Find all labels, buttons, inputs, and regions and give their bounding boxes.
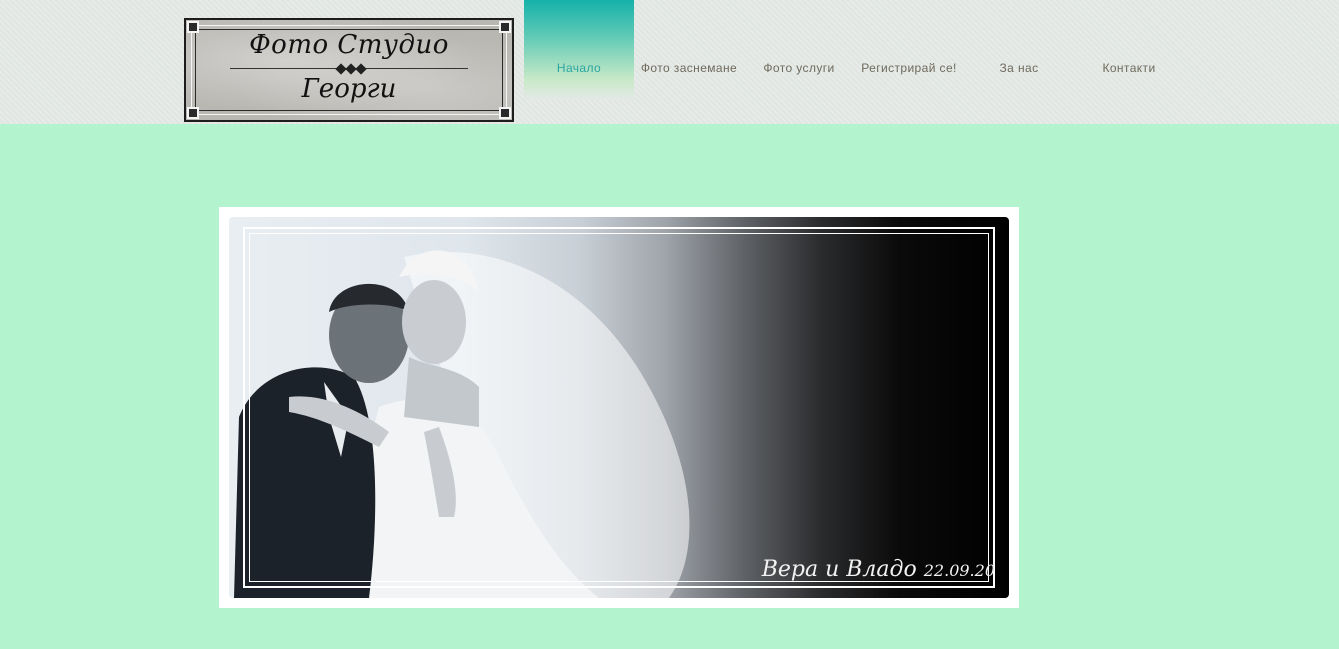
site-header: Фото Студио Георги Начало Фото заснемане… [0,0,1339,124]
caption-date: 22.09.20 [923,561,995,580]
logo-subtitle: Георги [301,74,397,104]
logo-corner-ornament [499,107,511,119]
photo-caption: Вера и Владо 22.09.20 [762,557,995,582]
nav-item-photo-shooting[interactable]: Фото заснемане [634,0,744,100]
nav-item-contacts[interactable]: Контакти [1074,0,1184,100]
nav-item-register[interactable]: Регистрирай се! [854,0,964,100]
photo-ornamental-border-inner [249,233,989,582]
hero-photo-frame: Вера и Владо 22.09.20 [219,207,1019,608]
logo-corner-ornament [187,107,199,119]
nav-item-home[interactable]: Начало [524,0,634,100]
site-logo[interactable]: Фото Студио Георги [184,18,514,122]
nav-item-about[interactable]: За нас [964,0,1074,100]
logo-title: Фото Студио [249,30,449,60]
hero-wedding-photo: Вера и Владо 22.09.20 [229,217,1009,598]
nav-item-photo-services[interactable]: Фото услуги [744,0,854,100]
caption-names: Вера и Владо [761,557,917,582]
